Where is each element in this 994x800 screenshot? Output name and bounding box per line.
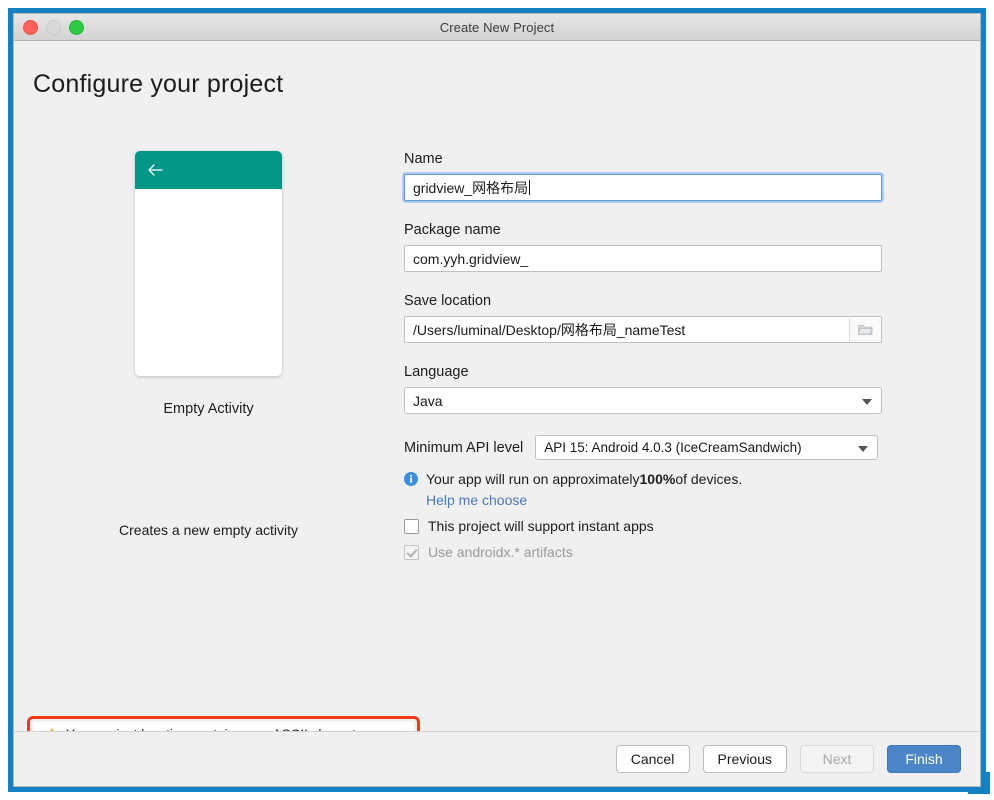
- project-configuration-form: Name gridview_网格布局 Package name com.yyh.…: [404, 151, 899, 560]
- finish-button[interactable]: Finish: [887, 745, 961, 773]
- chevron-down-icon: [858, 446, 869, 452]
- traffic-light-buttons: [23, 14, 84, 40]
- zoom-window-button[interactable]: [69, 19, 84, 35]
- chevron-down-icon: [862, 399, 872, 405]
- browse-folder-button[interactable]: [849, 318, 880, 341]
- folder-icon: [857, 325, 873, 335]
- window-titlebar: Create New Project: [14, 14, 980, 41]
- name-label: Name: [404, 151, 443, 167]
- activity-template-name: Empty Activity: [163, 401, 254, 417]
- androidx-checkbox-row: Use androidx.* artifacts: [404, 544, 899, 560]
- package-name-input[interactable]: com.yyh.gridview_: [404, 245, 882, 272]
- back-arrow-icon: [148, 164, 163, 176]
- package-name-field-block: Package name com.yyh.gridview_: [404, 222, 899, 272]
- instant-apps-label: This project will support instant apps: [428, 518, 654, 534]
- info-icon: [404, 472, 418, 486]
- instant-apps-checkbox[interactable]: [404, 518, 419, 534]
- activity-template-description: Creates a new empty activity: [119, 522, 298, 538]
- previous-button[interactable]: Previous: [702, 745, 787, 773]
- androidx-label: Use androidx.* artifacts: [428, 544, 573, 560]
- dialog-footer: Cancel Previous Next Finish: [14, 731, 980, 786]
- minimum-api-row: Minimum API level API 15: Android 4.0.3 …: [404, 435, 899, 460]
- device-support-message: Your app will run on approximately 100% …: [404, 471, 899, 487]
- language-select[interactable]: Java: [404, 387, 882, 414]
- name-field-block: Name gridview_网格布局: [404, 151, 899, 201]
- page-title: Configure your project: [33, 70, 284, 98]
- save-location-field-block: Save location /Users/luminal/Desktop/网格布…: [404, 293, 899, 343]
- language-select-value: Java: [413, 392, 443, 409]
- language-field-block: Language Java: [404, 364, 899, 414]
- activity-template-card[interactable]: [135, 151, 282, 376]
- save-location-label: Save location: [404, 293, 492, 309]
- close-window-button[interactable]: [23, 19, 38, 35]
- device-support-text-before: Your app will run on approximately: [426, 471, 640, 487]
- package-name-input-value: com.yyh.gridview_: [413, 250, 529, 267]
- language-label: Language: [404, 364, 469, 380]
- device-support-text-after: of devices.: [675, 471, 743, 487]
- activity-card-body: [135, 189, 282, 376]
- androidx-checkbox: [404, 544, 419, 560]
- minimize-window-button[interactable]: [46, 19, 61, 35]
- text-cursor: [529, 180, 531, 195]
- name-input[interactable]: gridview_网格布局: [404, 174, 882, 201]
- device-support-percent: 100%: [639, 471, 676, 487]
- help-me-choose-link[interactable]: Help me choose: [426, 492, 899, 508]
- window-title: Create New Project: [439, 19, 555, 35]
- instant-apps-checkbox-row[interactable]: This project will support instant apps: [404, 518, 899, 534]
- activity-card-appbar: [135, 151, 282, 189]
- package-name-label: Package name: [404, 222, 501, 238]
- dialog-content: Configure your project Empty Activity Cr…: [14, 41, 980, 754]
- activity-preview-column: Empty Activity Creates a new empty activ…: [14, 151, 403, 538]
- create-new-project-window: Create New Project Configure your projec…: [13, 13, 981, 787]
- next-button: Next: [800, 745, 874, 773]
- minimum-api-select-value: API 15: Android 4.0.3 (IceCreamSandwich): [544, 440, 802, 455]
- cancel-button[interactable]: Cancel: [615, 745, 690, 773]
- minimum-api-select[interactable]: API 15: Android 4.0.3 (IceCreamSandwich): [535, 435, 879, 460]
- save-location-input-value: /Users/luminal/Desktop/网格布局_nameTest: [413, 321, 686, 338]
- name-input-value: gridview_网格布局: [413, 179, 529, 196]
- save-location-input[interactable]: /Users/luminal/Desktop/网格布局_nameTest: [404, 316, 882, 343]
- minimum-api-label: Minimum API level: [404, 439, 524, 456]
